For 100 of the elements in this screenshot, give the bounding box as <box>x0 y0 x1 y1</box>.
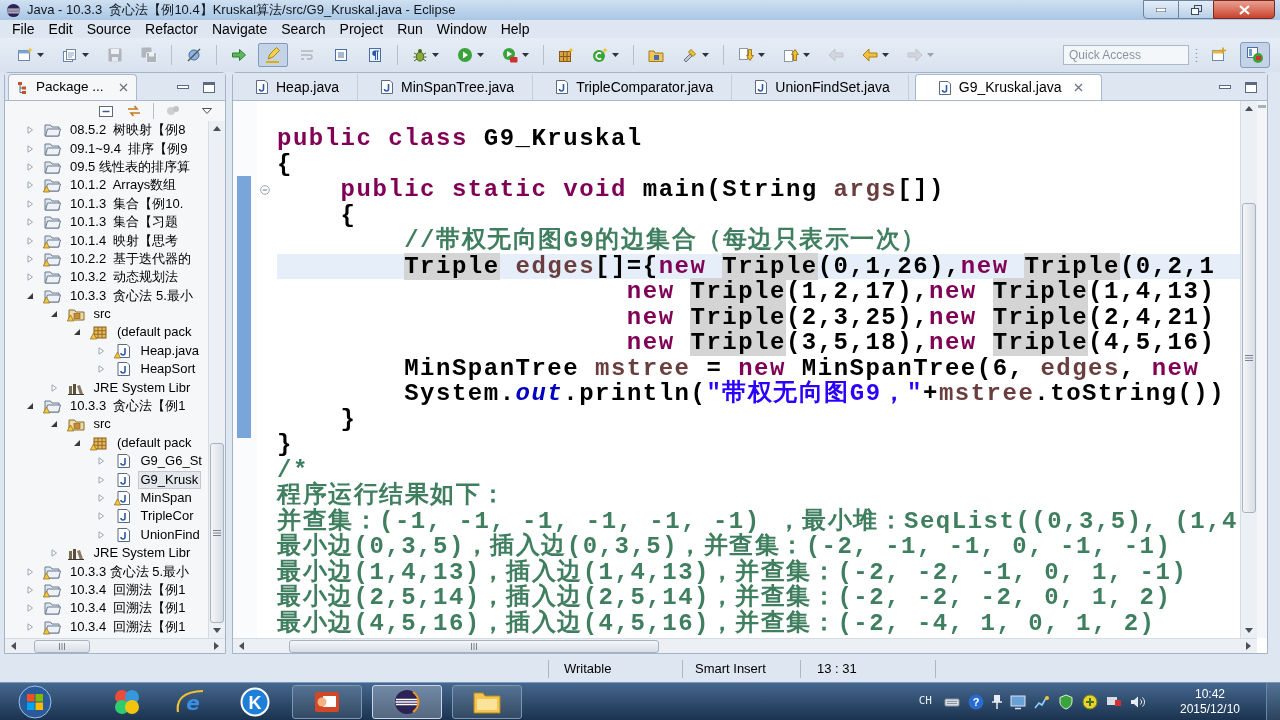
window-sparkle-icon <box>17 47 33 63</box>
arrow-down-icon <box>1245 628 1253 633</box>
tree-item[interactable]: HeapSort <box>137 360 199 379</box>
tree-item[interactable]: src <box>90 415 114 434</box>
menu-item[interactable]: Help <box>493 18 537 40</box>
scrollbar-thumb[interactable] <box>1242 203 1256 513</box>
editor-tab[interactable]: TripleComparator.java <box>533 74 733 100</box>
arrow-up-icon <box>1245 106 1253 111</box>
menu-item[interactable]: Edit <box>41 18 80 40</box>
square-lines-icon <box>333 47 349 63</box>
code-line: public class G9_Kruskal <box>277 126 643 152</box>
status-text: Smart Insert <box>695 660 766 679</box>
pin-icon <box>992 693 1002 710</box>
dropdown-caret-icon <box>477 53 484 57</box>
code-line: new Triple(1,2,17),new Triple(1,4,13) <box>625 279 1216 305</box>
menu-item[interactable]: Window <box>429 18 494 40</box>
minimize-button[interactable] <box>1143 0 1179 19</box>
code-line: { <box>277 151 293 177</box>
tree-item[interactable]: Heap.java <box>137 341 203 360</box>
editor-tab[interactable]: G9_Kruskal.java <box>914 74 1103 100</box>
tree-item[interactable]: (default pack <box>114 433 195 452</box>
tree-item[interactable]: 10.1.4 映射【思考 <box>67 231 182 250</box>
close-button[interactable] <box>1213 0 1275 19</box>
menu-item[interactable]: Project <box>332 18 391 40</box>
menu-item[interactable]: Run <box>390 18 430 40</box>
code-line: } <box>277 432 293 458</box>
tree-item[interactable]: src <box>90 305 114 324</box>
maximize-icon <box>203 81 215 93</box>
tree-item[interactable]: MinSpan <box>137 489 195 507</box>
tree-item[interactable]: UnionFind <box>137 525 203 544</box>
menu-item[interactable]: File <box>5 18 42 40</box>
collapse-all-button[interactable] <box>97 103 115 119</box>
menu-item[interactable]: Source <box>79 18 139 40</box>
tree-item[interactable]: 10.1.2 Arrays数组 <box>67 176 180 195</box>
taskbar-button[interactable] <box>292 684 362 719</box>
tree-item[interactable]: 08.5.2 树映射【例8 <box>67 121 189 140</box>
package-icon <box>558 47 574 63</box>
view-tab[interactable]: Package ... <box>8 74 137 100</box>
tree-item[interactable]: 09.5 线性表的排序算 <box>67 157 193 176</box>
code-line: new Triple(2,3,25),new Triple(2,4,21) <box>625 304 1216 330</box>
close-icon <box>1074 83 1084 92</box>
code-line: { <box>339 202 357 228</box>
java-perspective-button[interactable] <box>1240 42 1270 68</box>
tree-item[interactable]: G9_G6_St <box>137 452 205 471</box>
dropdown-caret-icon <box>882 53 889 57</box>
grip-icon <box>213 530 221 536</box>
arrow-left-icon <box>828 47 844 63</box>
overview-mark-icon <box>1258 105 1266 108</box>
restore-button[interactable] <box>1179 0 1213 19</box>
file-icon <box>255 79 269 95</box>
dropdown-caret-icon <box>37 53 44 57</box>
tree-item[interactable]: 10.3.4 回溯法【例1 <box>67 599 189 618</box>
scrollbar-thumb[interactable] <box>210 443 224 623</box>
tree-item[interactable]: JRE System Libr <box>90 544 194 563</box>
tree-item[interactable]: 10.3.3 贪心法 5.最小 <box>67 562 193 581</box>
editor-tab[interactable]: Heap.java <box>233 74 359 100</box>
tree-item[interactable]: (default pack <box>114 323 195 342</box>
clock-date[interactable]: 2015/12/10 <box>1179 701 1241 717</box>
tree-item[interactable]: 10.1.3 集合【习题 <box>67 213 182 232</box>
maximize-button[interactable] <box>1243 80 1259 94</box>
grip-icon <box>471 642 477 650</box>
menu-item[interactable]: Refactor <box>138 18 205 40</box>
scrollbar-thumb[interactable] <box>34 639 90 653</box>
pages-icon <box>62 47 78 63</box>
dropdown-caret-icon <box>82 53 89 57</box>
tree-item[interactable]: 10.2.2 基于迭代器的 <box>67 249 195 268</box>
editor-tab[interactable]: MinSpanTree.java <box>358 74 534 100</box>
tree-item[interactable]: G9_Krusk <box>137 470 202 489</box>
play-toolbox-icon <box>502 47 518 63</box>
quick-access-field[interactable]: Quick Access <box>1063 45 1189 65</box>
show-desktop-button[interactable] <box>1266 682 1280 720</box>
tree-item[interactable]: 10.3.4 回溯法【例1 <box>67 617 189 636</box>
menu-item[interactable]: Navigate <box>204 18 275 40</box>
code-line: 最小边(4,5,16)，插入边(4,5,16)，并查集：(-2, -4, 1, 0, 1, 2) <box>277 610 1156 636</box>
tree-item[interactable]: 10.3.3 贪心法【例1 <box>67 397 189 416</box>
sphere-stripes-icon <box>393 687 421 716</box>
link-editor-button[interactable] <box>125 103 143 119</box>
language-indicator[interactable]: CH <box>918 693 932 710</box>
taskbar-button[interactable] <box>452 684 522 719</box>
status-text: Writable <box>564 660 612 679</box>
tree-item[interactable]: JRE System Libr <box>90 378 194 397</box>
tree-item[interactable]: 10.3.4 回溯法【例1 <box>67 580 189 599</box>
code-line: //带权无向图G9的边集合（每边只表示一次） <box>403 228 927 254</box>
editor-tab[interactable]: UnionFindSet.java <box>732 74 909 100</box>
link-arrows-icon <box>126 103 142 119</box>
status-text: 13 : 31 <box>817 660 857 679</box>
clock-time[interactable]: 10:42 <box>1195 686 1225 702</box>
scrollbar-thumb[interactable] <box>289 639 659 653</box>
tree-item[interactable]: 10.3.2 动态规划法 <box>67 268 182 287</box>
maximize-button[interactable] <box>201 80 217 94</box>
taskbar-button[interactable]: K <box>228 684 282 719</box>
tree-item[interactable]: 10.1.3 集合【例10. <box>67 194 187 213</box>
collapse-fold-icon <box>260 185 270 195</box>
tree-item[interactable]: 09.1~9.4 排序【例9 <box>67 139 191 158</box>
tree-item[interactable]: 10.3.3 贪心法 5.最小 <box>67 286 196 305</box>
arrow-left-icon <box>11 642 16 650</box>
menu-item[interactable]: Search <box>274 18 333 40</box>
mark-occurrences-button[interactable] <box>258 43 288 67</box>
tree-item[interactable]: TripleCor <box>137 507 197 526</box>
file-icon <box>937 79 952 96</box>
